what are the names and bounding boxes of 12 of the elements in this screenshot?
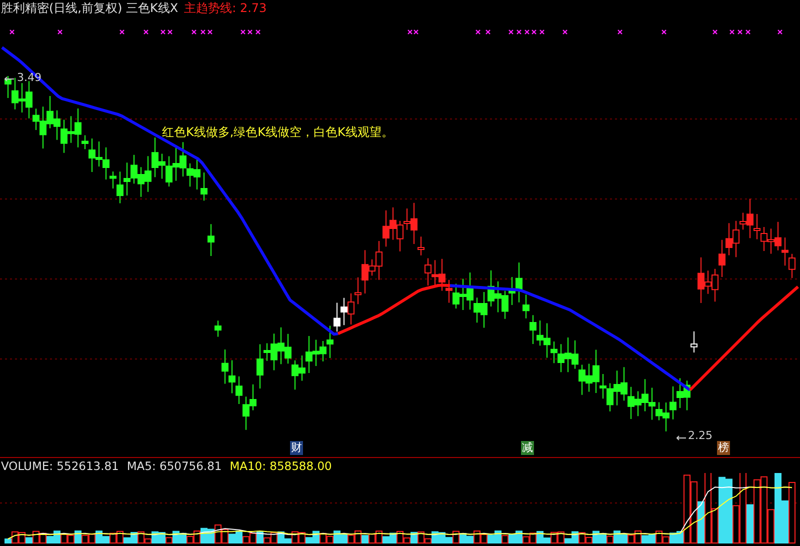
ma10-reading: MA10: 858588.00	[230, 458, 332, 472]
volume-reading: VOLUME: 552613.81	[1, 458, 119, 472]
indicator-reading: 主趋势线: 2.73	[184, 0, 267, 16]
arrow-icon	[4, 76, 14, 82]
event-marker[interactable]: 财	[290, 441, 303, 455]
low-price-label: 2.25	[688, 429, 712, 442]
ma5-reading: MA5: 650756.81	[126, 458, 222, 472]
event-marker[interactable]: 榜	[717, 441, 730, 455]
chart-annotation: 红色K线做多,绿色K线做空，白色K线观望。	[162, 124, 394, 141]
chart-title: 胜利精密(日线,前复权) 三色K线X	[1, 0, 178, 16]
event-marker[interactable]: 减	[521, 441, 534, 455]
arrow-icon	[676, 435, 686, 441]
